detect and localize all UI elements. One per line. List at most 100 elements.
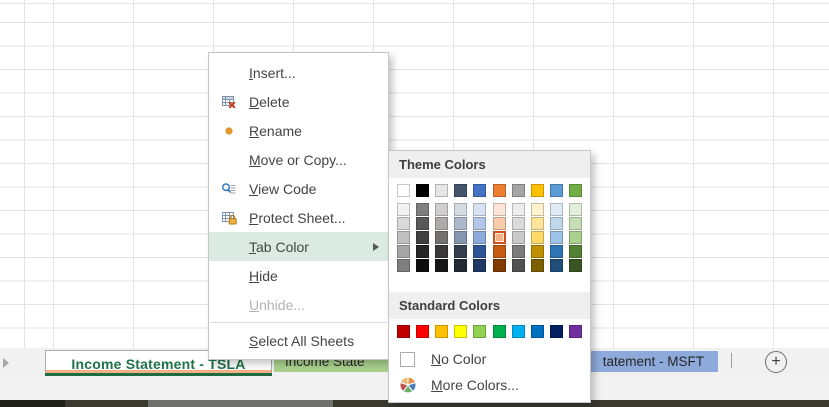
standard-color-swatch[interactable] [512, 325, 525, 338]
theme-variant-swatch[interactable] [397, 245, 410, 258]
theme-variant-swatch[interactable] [473, 217, 486, 230]
menu-item-rename[interactable]: Rename [209, 116, 388, 145]
theme-variant-row [397, 231, 582, 244]
theme-variant-swatch[interactable] [435, 245, 448, 258]
theme-variant-swatch[interactable] [493, 259, 506, 272]
theme-color-swatch[interactable] [550, 184, 563, 197]
theme-variant-swatch[interactable] [531, 203, 544, 216]
theme-variant-swatch[interactable] [454, 203, 467, 216]
menu-item-protect-sheet[interactable]: Protect Sheet... [209, 203, 388, 232]
theme-variant-swatch[interactable] [531, 259, 544, 272]
menu-item-select-all-sheets[interactable]: Select All Sheets [209, 326, 388, 355]
theme-variant-swatch[interactable] [397, 259, 410, 272]
standard-color-swatch[interactable] [550, 325, 563, 338]
theme-color-swatch[interactable] [569, 184, 582, 197]
theme-variant-swatch[interactable] [569, 245, 582, 258]
theme-variant-swatch[interactable] [569, 203, 582, 216]
theme-variant-swatch[interactable] [397, 217, 410, 230]
theme-variant-swatch[interactable] [569, 217, 582, 230]
theme-variant-swatch[interactable] [454, 245, 467, 258]
menu-separator [210, 322, 387, 323]
theme-variant-swatch[interactable] [512, 231, 525, 244]
theme-variant-swatch[interactable] [531, 231, 544, 244]
standard-color-swatch[interactable] [569, 325, 582, 338]
more-colors-item[interactable]: More Colors... [389, 372, 590, 398]
theme-variant-swatch[interactable] [416, 203, 429, 216]
menu-item-delete[interactable]: Delete [209, 87, 388, 116]
theme-variant-swatch[interactable] [416, 245, 429, 258]
menu-item-view-code[interactable]: View Code [209, 174, 388, 203]
theme-variant-swatch[interactable] [454, 231, 467, 244]
standard-colors-row [397, 325, 582, 338]
theme-variant-swatch[interactable] [550, 231, 563, 244]
theme-variants-grid [397, 203, 582, 272]
no-color-item[interactable]: No Color [389, 346, 590, 372]
theme-color-swatch[interactable] [473, 184, 486, 197]
theme-variant-swatch[interactable] [512, 203, 525, 216]
standard-colors-header: Standard Colors [389, 292, 590, 319]
theme-variant-swatch[interactable] [454, 259, 467, 272]
theme-variant-swatch[interactable] [435, 203, 448, 216]
menu-item-unhide[interactable]: Unhide... [209, 290, 388, 319]
standard-color-swatch[interactable] [473, 325, 486, 338]
theme-variant-swatch[interactable] [416, 259, 429, 272]
standard-color-swatch[interactable] [493, 325, 506, 338]
theme-color-swatch[interactable] [512, 184, 525, 197]
theme-variant-swatch[interactable] [531, 245, 544, 258]
menu-item-hide[interactable]: Hide [209, 261, 388, 290]
theme-variant-swatch[interactable] [550, 245, 563, 258]
theme-variant-swatch[interactable] [473, 245, 486, 258]
theme-color-swatch[interactable] [493, 184, 506, 197]
theme-colors-header: Theme Colors [389, 151, 590, 178]
standard-color-swatch[interactable] [531, 325, 544, 338]
menu-item-label: Delete [249, 94, 388, 110]
theme-variant-swatch[interactable] [493, 245, 506, 258]
standard-color-swatch[interactable] [454, 325, 467, 338]
theme-variant-swatch[interactable] [569, 231, 582, 244]
tab-bar-divider [731, 353, 732, 368]
menu-item-insert[interactable]: Insert... [209, 58, 388, 87]
menu-item-label: Hide [249, 268, 388, 284]
theme-variant-row [397, 203, 582, 216]
theme-variant-swatch[interactable] [416, 231, 429, 244]
menu-item-label: Move or Copy... [249, 152, 388, 168]
menu-item-label: Tab Color [249, 239, 373, 255]
menu-item-label: Protect Sheet... [249, 210, 388, 226]
tab-scroll-right-icon[interactable] [3, 358, 9, 368]
theme-variant-swatch[interactable] [512, 217, 525, 230]
theme-variant-swatch[interactable] [531, 217, 544, 230]
theme-color-swatch[interactable] [454, 184, 467, 197]
theme-variant-swatch[interactable] [397, 203, 410, 216]
theme-variant-swatch[interactable] [473, 259, 486, 272]
theme-variant-swatch[interactable] [493, 203, 506, 216]
menu-item-move-or-copy[interactable]: Move or Copy... [209, 145, 388, 174]
theme-variant-swatch[interactable] [550, 203, 563, 216]
theme-variant-swatch[interactable] [473, 231, 486, 244]
theme-variant-swatch[interactable] [416, 217, 429, 230]
menu-item-tab-color[interactable]: Tab Color [209, 232, 388, 261]
theme-variant-swatch[interactable] [493, 231, 506, 244]
standard-color-swatch[interactable] [416, 325, 429, 338]
theme-color-swatch[interactable] [416, 184, 429, 197]
theme-variant-swatch[interactable] [512, 245, 525, 258]
view-code-icon [209, 181, 249, 197]
theme-color-swatch[interactable] [531, 184, 544, 197]
theme-variant-swatch[interactable] [512, 259, 525, 272]
theme-variant-swatch[interactable] [454, 217, 467, 230]
theme-variant-swatch[interactable] [493, 217, 506, 230]
theme-color-swatch[interactable] [397, 184, 410, 197]
theme-variant-swatch[interactable] [569, 259, 582, 272]
standard-color-swatch[interactable] [397, 325, 410, 338]
theme-variant-swatch[interactable] [435, 231, 448, 244]
theme-color-swatch[interactable] [435, 184, 448, 197]
theme-variant-swatch[interactable] [550, 217, 563, 230]
standard-color-swatch[interactable] [435, 325, 448, 338]
theme-variant-swatch[interactable] [435, 259, 448, 272]
theme-variant-row [397, 217, 582, 230]
theme-variant-swatch[interactable] [397, 231, 410, 244]
new-sheet-button[interactable]: + [765, 351, 787, 373]
theme-variant-row [397, 245, 582, 258]
theme-variant-swatch[interactable] [473, 203, 486, 216]
theme-variant-swatch[interactable] [435, 217, 448, 230]
theme-variant-swatch[interactable] [550, 259, 563, 272]
